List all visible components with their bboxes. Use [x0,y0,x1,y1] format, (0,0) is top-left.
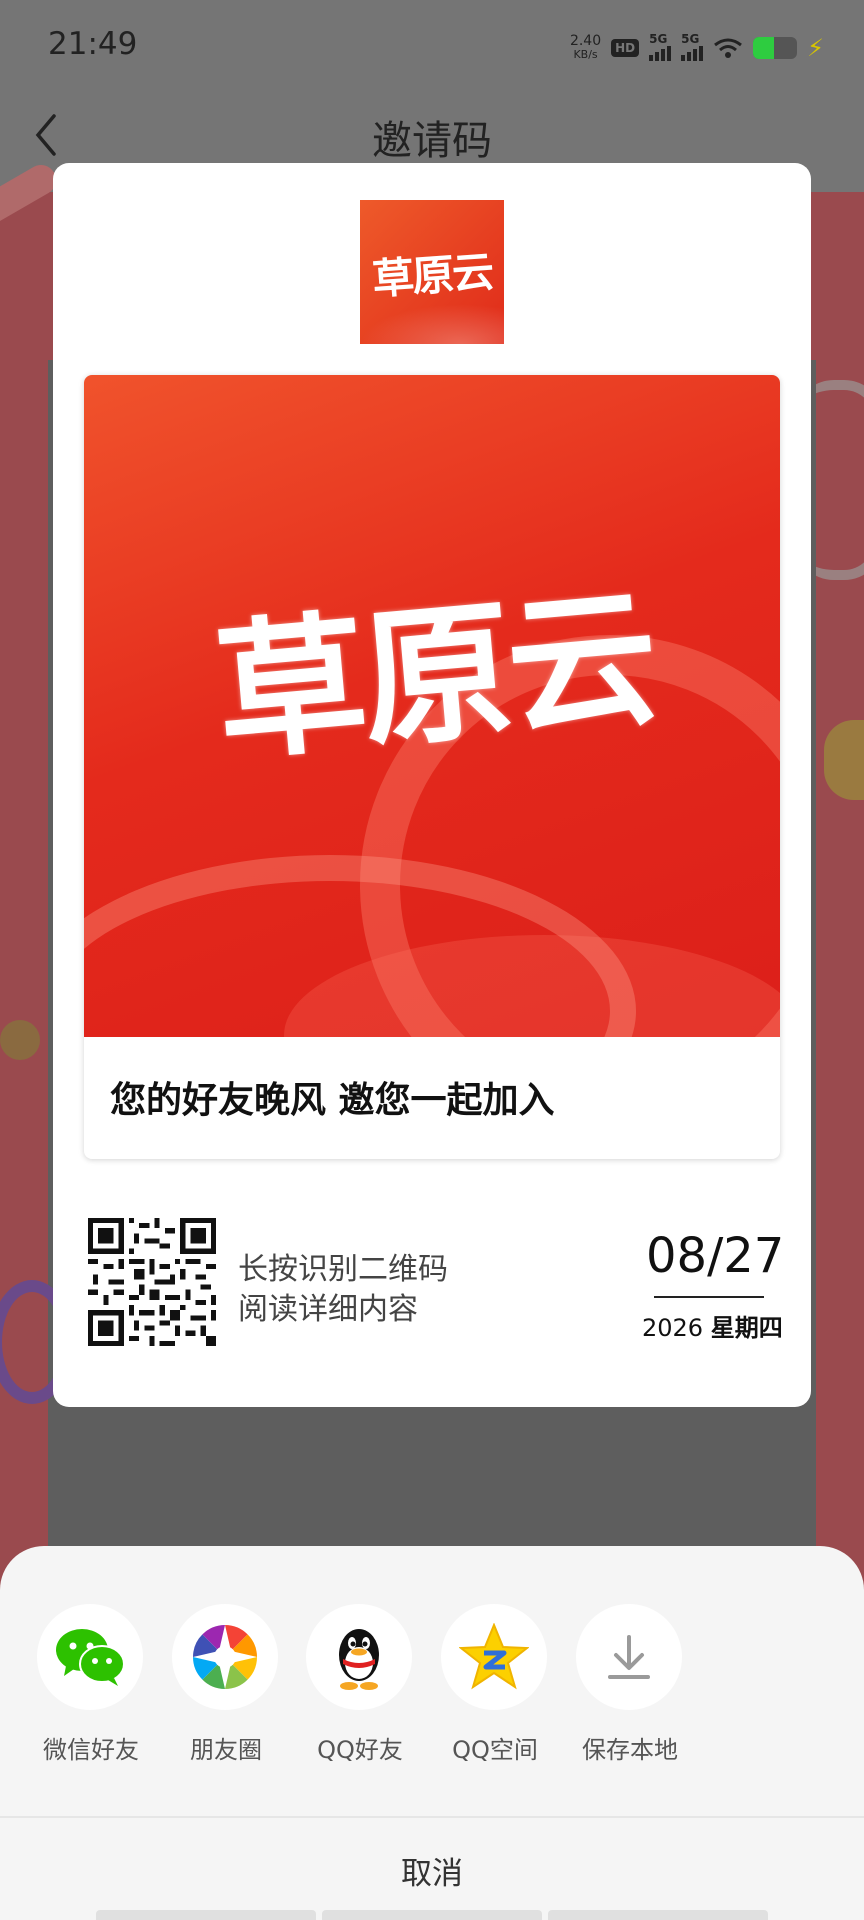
share-label: 朋友圈 [190,1736,262,1764]
share-icon-circle [441,1604,547,1710]
wifi-icon [714,38,743,58]
date-weekday: 星期四 [710,1314,783,1342]
share-label: QQ好友 [317,1736,403,1764]
app-logo: 草原云 [360,200,504,344]
page-title: 邀请码 [372,118,492,164]
decor-circle [0,1020,40,1060]
sim1-label: 5G [649,31,668,46]
poster: 草原云 您的好友晚风 邀您一起加入 [84,375,780,1159]
date-divider [654,1296,764,1298]
net-speed-value: 2.40 [569,33,602,49]
wechat-icon [56,1629,125,1686]
qq-icon [339,1629,379,1690]
nav-bar-segment [548,1910,768,1920]
nav-bar-segment [322,1910,542,1920]
cancel-button[interactable]: 取消 [0,1848,864,1893]
charging-icon: ⚡ [807,34,824,62]
net-speed: 2.40 KB/s [570,34,601,62]
qr-code[interactable] [88,1218,216,1346]
status-time: 21:49 [48,26,138,62]
logo-text: 草原云 [370,246,494,304]
share-label: 微信好友 [43,1736,139,1764]
share-qzone-button[interactable]: QQ空间 [441,1604,549,1764]
hd-icon: HD [611,39,640,57]
share-icon-circle [306,1604,412,1710]
poster-image: 草原云 [84,375,780,1037]
moments-icon [193,1625,257,1689]
download-icon [608,1635,650,1679]
qr-hint-line2: 阅读详细内容 [238,1292,418,1327]
share-icon-circle [37,1604,143,1710]
share-wechat-button[interactable]: 微信好友 [37,1604,145,1764]
share-icon-circle [172,1604,278,1710]
status-icons: 2.40 KB/s HD 5G 5G ⚡ [570,28,824,68]
date-day: 08/27 [646,1228,785,1284]
logo-wave [360,304,504,344]
decor-shape [824,720,864,800]
battery-icon [753,37,798,59]
nav-bar [96,1910,768,1920]
nav-bar-segment [96,1910,316,1920]
date-year: 2026 [642,1314,704,1342]
save-local-button[interactable]: 保存本地 [576,1604,684,1764]
signal-icon: 5G [681,32,704,61]
sheet-divider [0,1816,864,1818]
qzone-icon [459,1623,529,1690]
invite-text: 您的好友晚风 邀您一起加入 [110,1080,555,1121]
signal-icon: 5G [649,32,672,61]
share-qq-button[interactable]: QQ好友 [306,1604,414,1764]
qr-hint-line1: 长按识别二维码 [238,1252,448,1287]
share-icon-circle [576,1604,682,1710]
date-year-weekday: 2026 星期四 [642,1308,783,1343]
share-label: 保存本地 [582,1736,678,1764]
sim2-label: 5G [681,31,700,46]
share-moments-button[interactable]: 朋友圈 [172,1604,280,1764]
share-label: QQ空间 [452,1736,538,1764]
net-speed-unit: KB/s [573,48,598,61]
